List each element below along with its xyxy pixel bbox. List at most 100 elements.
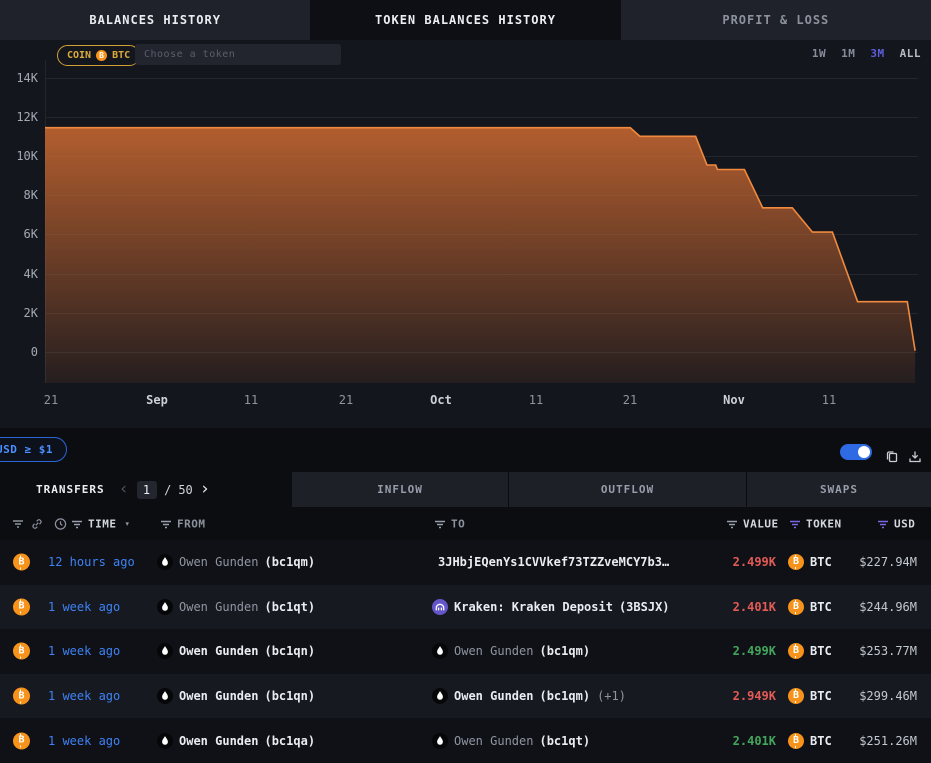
tab-profit-loss[interactable]: PROFIT & LOSS bbox=[621, 0, 931, 40]
from-entity[interactable]: Owen Gunden (bc1qn) bbox=[157, 688, 315, 704]
total-pages: 50 bbox=[178, 483, 192, 497]
from-name: Owen Gunden bbox=[179, 734, 258, 748]
y-tick: 0 bbox=[0, 344, 38, 360]
btc-icon: B bbox=[788, 554, 804, 570]
usd-value: $299.46M bbox=[825, 689, 917, 703]
btc-icon: B bbox=[788, 643, 804, 659]
copy-icon[interactable] bbox=[884, 449, 900, 469]
usd-value: $253.77M bbox=[825, 644, 917, 658]
range-all[interactable]: ALL bbox=[900, 47, 921, 60]
top-tabbar: BALANCES HISTORY TOKEN BALANCES HISTORY … bbox=[0, 0, 931, 40]
from-entity[interactable]: Owen Gunden (bc1qa) bbox=[157, 733, 315, 749]
download-icon[interactable] bbox=[907, 449, 923, 469]
entity-avatar-icon bbox=[157, 688, 173, 704]
filter-icon[interactable] bbox=[12, 519, 24, 529]
transfer-time-link[interactable]: 1 week ago bbox=[48, 644, 120, 658]
next-page-chevron-icon[interactable]: › bbox=[200, 481, 211, 498]
pagination: ‹ 1 / 50 › bbox=[119, 481, 211, 499]
transfer-time-link[interactable]: 12 hours ago bbox=[48, 555, 135, 569]
column-to[interactable]: TO bbox=[434, 518, 465, 531]
table-row[interactable]: B 1 week ago Owen Gunden (bc1qn) Owen Gu… bbox=[0, 674, 931, 719]
table-row[interactable]: B 12 hours ago Owen Gunden (bc1qm) 3JHbj… bbox=[0, 540, 931, 585]
tab-outflow[interactable]: OUTFLOW bbox=[508, 472, 746, 507]
to-entity[interactable]: Kraken: Kraken Deposit (3BSJX) bbox=[432, 599, 670, 615]
link-icon[interactable] bbox=[30, 517, 44, 531]
from-entity[interactable]: Owen Gunden (bc1qt) bbox=[157, 599, 315, 615]
transfer-value: 2.949K bbox=[688, 689, 776, 703]
usd-value: $244.96M bbox=[825, 600, 917, 614]
column-from[interactable]: FROM bbox=[160, 518, 206, 531]
range-1w[interactable]: 1W bbox=[812, 47, 826, 60]
column-time[interactable]: TIME ▾ bbox=[71, 518, 130, 531]
range-3m[interactable]: 3M bbox=[870, 47, 884, 60]
x-tick: Sep bbox=[146, 393, 168, 407]
filter-icon bbox=[160, 519, 172, 529]
from-address: (bc1qn) bbox=[264, 689, 315, 703]
to-name: Owen Gunden bbox=[454, 734, 533, 748]
y-tick: 2K bbox=[0, 305, 38, 321]
table-header: TIME ▾ FROM TO VALUE TOKEN USD bbox=[0, 508, 931, 541]
tab-balances-history[interactable]: BALANCES HISTORY bbox=[0, 0, 310, 40]
from-address: (bc1qm) bbox=[264, 555, 315, 569]
column-token[interactable]: TOKEN bbox=[789, 518, 842, 531]
btc-token-icon: B bbox=[13, 732, 30, 749]
transfer-value: 2.401K bbox=[688, 600, 776, 614]
btc-icon: B bbox=[788, 688, 804, 704]
balance-area-chart[interactable] bbox=[45, 75, 916, 383]
clock-icon[interactable] bbox=[54, 518, 67, 531]
to-header-label: TO bbox=[451, 518, 465, 531]
token-search-input[interactable] bbox=[135, 44, 341, 65]
to-entity[interactable]: Owen Gunden (bc1qt) bbox=[432, 733, 590, 749]
table-row[interactable]: B 1 week ago Owen Gunden (bc1qt) Kraken:… bbox=[0, 585, 931, 630]
to-address: 3JHbjEQenYs1CVVkef73TZZveMCY7b3… bbox=[438, 555, 669, 569]
filter-icon bbox=[71, 519, 83, 529]
to-entity[interactable]: Owen Gunden (bc1qm) (+1) bbox=[432, 688, 626, 704]
btc-token-icon: B bbox=[13, 598, 30, 615]
token-header-label: TOKEN bbox=[806, 518, 842, 531]
column-usd[interactable]: USD bbox=[877, 518, 915, 531]
to-entity[interactable]: 3JHbjEQenYs1CVVkef73TZZveMCY7b3… bbox=[432, 555, 669, 569]
btc-icon: B bbox=[788, 733, 804, 749]
to-address: (bc1qt) bbox=[539, 734, 590, 748]
btc-token-icon: B bbox=[13, 554, 30, 571]
range-1m[interactable]: 1M bbox=[841, 47, 855, 60]
usd-filter-chip[interactable]: USD ≥ $1 bbox=[0, 437, 67, 462]
entity-avatar-icon bbox=[157, 599, 173, 615]
transfer-value: 2.401K bbox=[688, 734, 776, 748]
to-entity[interactable]: Owen Gunden (bc1qm) bbox=[432, 643, 590, 659]
transfer-value: 2.499K bbox=[688, 555, 776, 569]
transfer-time-link[interactable]: 1 week ago bbox=[48, 689, 120, 703]
tab-inflow[interactable]: INFLOW bbox=[292, 472, 508, 507]
table-row[interactable]: B 1 week ago Owen Gunden (bc1qn) Owen Gu… bbox=[0, 629, 931, 674]
value-header-label: VALUE bbox=[743, 518, 779, 531]
from-name: Owen Gunden bbox=[179, 644, 258, 658]
y-tick: 14K bbox=[0, 70, 38, 86]
from-entity[interactable]: Owen Gunden (bc1qm) bbox=[157, 554, 315, 570]
toggle-knob bbox=[858, 446, 870, 458]
to-address: (bc1qm) bbox=[539, 689, 590, 703]
y-tick: 4K bbox=[0, 266, 38, 282]
from-entity[interactable]: Owen Gunden (bc1qn) bbox=[157, 643, 315, 659]
transfer-value: 2.499K bbox=[688, 644, 776, 658]
table-row[interactable]: B 1 week ago Owen Gunden (bc1qa) Owen Gu… bbox=[0, 718, 931, 763]
to-address: (bc1qm) bbox=[539, 644, 590, 658]
entity-avatar-icon bbox=[157, 554, 173, 570]
x-tick: 11 bbox=[822, 393, 836, 407]
tab-transfers[interactable]: TRANSFERS ‹ 1 / 50 › bbox=[0, 472, 292, 507]
coin-filter-chip[interactable]: COIN B BTC bbox=[57, 45, 140, 66]
usd-toggle[interactable] bbox=[840, 444, 872, 460]
tab-swaps[interactable]: SWAPS bbox=[746, 472, 931, 507]
transfer-time-link[interactable]: 1 week ago bbox=[48, 600, 120, 614]
from-name: Owen Gunden bbox=[179, 689, 258, 703]
table-tabbar: TRANSFERS ‹ 1 / 50 › INFLOW OUTFLOW SWAP… bbox=[0, 472, 931, 507]
bitcoin-icon: B bbox=[96, 50, 107, 61]
from-address: (bc1qa) bbox=[264, 734, 315, 748]
tab-token-balances-history[interactable]: TOKEN BALANCES HISTORY bbox=[310, 0, 620, 40]
prev-page-chevron-icon[interactable]: ‹ bbox=[119, 481, 130, 498]
x-tick: Nov bbox=[723, 393, 745, 407]
usd-header-label: USD bbox=[894, 518, 915, 531]
column-value[interactable]: VALUE bbox=[726, 518, 779, 531]
transfers-label: TRANSFERS bbox=[36, 483, 105, 496]
transfer-time-link[interactable]: 1 week ago bbox=[48, 734, 120, 748]
filter-icon bbox=[434, 519, 446, 529]
